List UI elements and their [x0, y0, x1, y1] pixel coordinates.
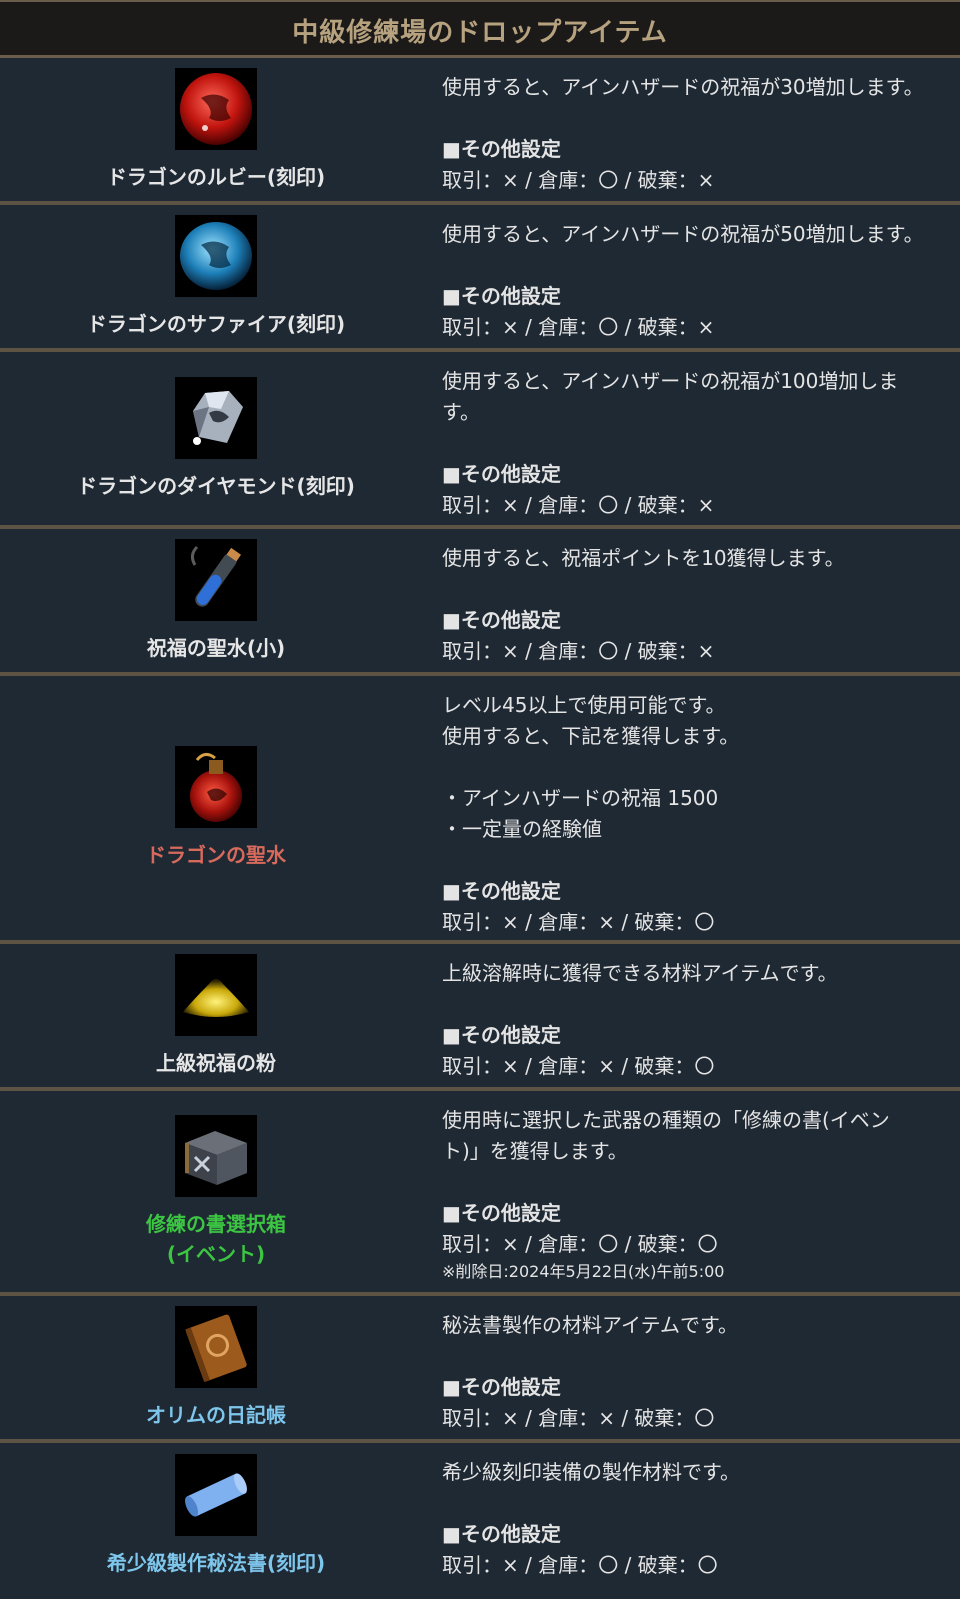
item-name: 上級祝福の粉 [156, 1050, 276, 1075]
item-name-line: (イベント) [166, 1241, 266, 1266]
desc-line: 使用すると、下記を獲得します。 [442, 724, 740, 748]
item-left-cell: オリムの日記帳 [0, 1296, 432, 1439]
trade-settings: 取引：× / 倉庫：〇 / 破棄：〇 [442, 1553, 718, 1577]
item-description: 使用すると、アインハザードの祝福が50増加します。 ■その他設定 取引：× / … [432, 205, 960, 348]
settings-heading: ■その他設定 [442, 1522, 561, 1546]
settings-heading: ■その他設定 [442, 284, 561, 308]
item-name: ドラゴンの聖水 [146, 843, 286, 867]
item-name: 修練の書選択箱 (イベント) [146, 1209, 286, 1269]
item-description: 使用すると、アインハザードの祝福が30増加します。 ■その他設定 取引：× / … [432, 58, 960, 201]
item-row: 希少級製作秘法書(刻印) 希少級刻印装備の製作材料です。 ■その他設定 取引：×… [0, 1443, 960, 1589]
settings-heading: ■その他設定 [442, 1023, 561, 1047]
item-name: ドラゴンのサファイア(刻印) [86, 311, 346, 336]
holy-water-small-icon [175, 538, 257, 621]
item-name: オリムの日記帳 [146, 1402, 286, 1427]
settings-heading: ■その他設定 [442, 1201, 561, 1225]
item-left-cell: ドラゴンのルビー(刻印) [0, 58, 432, 201]
page-title: 中級修練場のドロップアイテム [0, 0, 960, 58]
blessing-powder-icon [175, 953, 257, 1036]
item-left-cell: ドラゴンのダイヤモンド(刻印) [0, 352, 432, 525]
trade-settings: 取引：× / 倉庫：〇 / 破棄：× [442, 639, 715, 663]
desc-line: ・アインハザードの祝福 1500 [442, 786, 719, 810]
desc-line: 使用時に選択した武器の種類の「修練の書(イベン [442, 1108, 890, 1132]
trade-settings: 取引：× / 倉庫：× / 破棄：〇 [442, 910, 715, 934]
trade-settings: 取引：× / 倉庫：〇 / 破棄：× [442, 168, 715, 192]
desc-line: 使用すると、祝福ポイントを10獲得します。 [442, 546, 845, 570]
item-left-cell: 祝福の聖水(小) [0, 529, 432, 672]
trade-settings: 取引：× / 倉庫：〇 / 破棄：× [442, 493, 715, 517]
desc-line: レベル45以上で使用可能です。 [442, 693, 726, 717]
item-description: 使用時に選択した武器の種類の「修練の書(イベン ト)」を獲得します。 ■その他設… [432, 1091, 960, 1292]
dragon-ruby-icon [175, 67, 257, 150]
item-left-cell: ドラゴンの聖水 [0, 676, 432, 940]
item-row: ドラゴンのダイヤモンド(刻印) 使用すると、アインハザードの祝福が100増加しま… [0, 352, 960, 529]
desc-line: 使用すると、アインハザードの祝福が50増加します。 [442, 222, 924, 246]
item-row: 祝福の聖水(小) 使用すると、祝福ポイントを10獲得します。 ■その他設定 取引… [0, 529, 960, 676]
scroll-icon [175, 1454, 257, 1536]
desc-line: 秘法書製作の材料アイテムです。 [442, 1313, 738, 1337]
item-description: 秘法書製作の材料アイテムです。 ■その他設定 取引：× / 倉庫：× / 破棄：… [432, 1296, 960, 1439]
item-row: 上級祝福の粉 上級溶解時に獲得できる材料アイテムです。 ■その他設定 取引：× … [0, 944, 960, 1091]
desc-line: 使用すると、アインハザードの祝福が30増加します。 [442, 75, 924, 99]
item-description: 希少級刻印装備の製作材料です。 ■その他設定 取引：× / 倉庫：〇 / 破棄：… [432, 1443, 960, 1589]
item-name: ドラゴンのルビー(刻印) [106, 164, 326, 189]
desc-line: ト)」を獲得します。 [442, 1139, 628, 1163]
training-book-box-icon [175, 1114, 257, 1197]
item-left-cell: 修練の書選択箱 (イベント) [0, 1091, 432, 1292]
trade-settings: 取引：× / 倉庫：× / 破棄：〇 [442, 1406, 715, 1430]
desc-line: 使用すると、アインハザードの祝福が100増加しま [442, 369, 899, 393]
settings-heading: ■その他設定 [442, 608, 561, 632]
dragon-diamond-icon [175, 376, 257, 459]
item-name: ドラゴンのダイヤモンド(刻印) [77, 473, 355, 498]
item-description: レベル45以上で使用可能です。 使用すると、下記を獲得します。 ・アインハザード… [432, 676, 960, 940]
item-row: 修練の書選択箱 (イベント) 使用時に選択した武器の種類の「修練の書(イベン ト… [0, 1091, 960, 1296]
deletion-date-note: ※削除日:2024年5月22日(水)午前5:00 [442, 1262, 725, 1281]
trade-settings: 取引：× / 倉庫：〇 / 破棄：〇 [442, 1232, 718, 1256]
desc-line: す。 [442, 400, 480, 424]
item-name-line: 修練の書選択箱 [146, 1211, 286, 1236]
desc-line: 希少級刻印装備の製作材料です。 [442, 1460, 740, 1484]
desc-line: 上級溶解時に獲得できる材料アイテムです。 [442, 961, 838, 985]
dragon-holy-water-icon [175, 746, 257, 828]
item-left-cell: ドラゴンのサファイア(刻印) [0, 205, 432, 348]
settings-heading: ■その他設定 [442, 137, 561, 161]
item-description: 上級溶解時に獲得できる材料アイテムです。 ■その他設定 取引：× / 倉庫：× … [432, 944, 960, 1087]
item-name: 祝福の聖水(小) [146, 635, 286, 660]
item-description: 使用すると、祝福ポイントを10獲得します。 ■その他設定 取引：× / 倉庫：〇… [432, 529, 960, 672]
item-row: オリムの日記帳 秘法書製作の材料アイテムです。 ■その他設定 取引：× / 倉庫… [0, 1296, 960, 1443]
item-name: 希少級製作秘法書(刻印) [106, 1551, 326, 1575]
settings-heading: ■その他設定 [442, 462, 561, 486]
settings-heading: ■その他設定 [442, 879, 561, 903]
drop-items-page: 中級修練場のドロップアイテム ドラゴンのルビー(刻印) 使用すると、アインハザー… [0, 0, 960, 1599]
trade-settings: 取引：× / 倉庫：× / 破棄：〇 [442, 1054, 715, 1078]
item-left-cell: 上級祝福の粉 [0, 944, 432, 1087]
item-left-cell: 希少級製作秘法書(刻印) [0, 1443, 432, 1589]
dragon-sapphire-icon [175, 214, 257, 297]
item-row: ドラゴンの聖水 レベル45以上で使用可能です。 使用すると、下記を獲得します。 … [0, 676, 960, 944]
item-row: ドラゴンのルビー(刻印) 使用すると、アインハザードの祝福が30増加します。 ■… [0, 58, 960, 205]
item-description: 使用すると、アインハザードの祝福が100増加しま す。 ■その他設定 取引：× … [432, 352, 960, 525]
trade-settings: 取引：× / 倉庫：〇 / 破棄：× [442, 315, 715, 339]
desc-line: ・一定量の経験値 [442, 817, 602, 841]
orim-diary-icon [175, 1305, 257, 1388]
settings-heading: ■その他設定 [442, 1375, 561, 1399]
item-row: ドラゴンのサファイア(刻印) 使用すると、アインハザードの祝福が50増加します。… [0, 205, 960, 352]
